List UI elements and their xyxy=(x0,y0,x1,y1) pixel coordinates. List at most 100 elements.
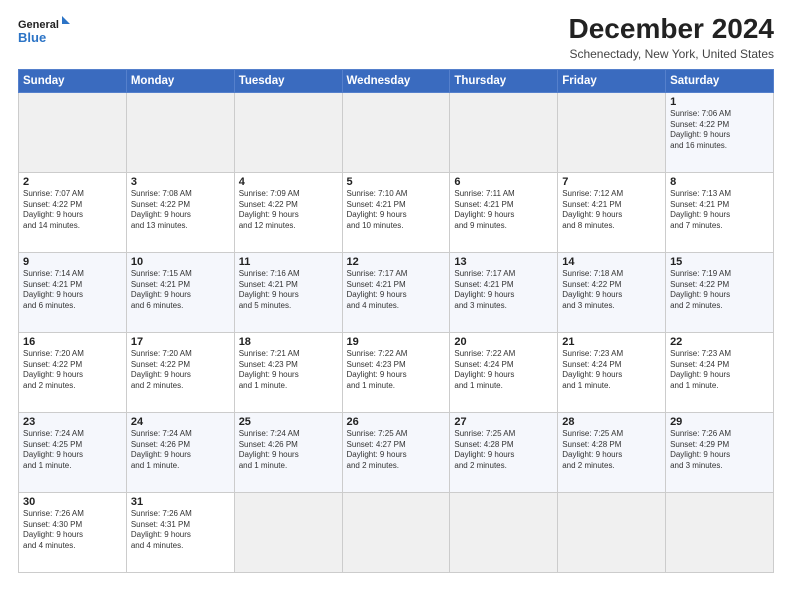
day-number: 10 xyxy=(131,256,230,268)
calendar-page: General Blue December 2024 Schenectady, … xyxy=(0,0,792,612)
table-cell: 4Sunrise: 7:09 AMSunset: 4:22 PMDaylight… xyxy=(234,172,342,252)
subtitle: Schenectady, New York, United States xyxy=(569,47,774,61)
day-info: Sunrise: 7:09 AMSunset: 4:22 PMDaylight:… xyxy=(239,189,338,232)
table-cell: 28Sunrise: 7:25 AMSunset: 4:28 PMDayligh… xyxy=(558,412,666,492)
day-number: 3 xyxy=(131,176,230,188)
day-info: Sunrise: 7:12 AMSunset: 4:21 PMDaylight:… xyxy=(562,189,661,232)
table-row: 16Sunrise: 7:20 AMSunset: 4:22 PMDayligh… xyxy=(19,332,774,412)
day-info: Sunrise: 7:26 AMSunset: 4:30 PMDaylight:… xyxy=(23,509,122,552)
day-info: Sunrise: 7:13 AMSunset: 4:21 PMDaylight:… xyxy=(670,189,769,232)
day-number: 28 xyxy=(562,416,661,428)
table-cell: 17Sunrise: 7:20 AMSunset: 4:22 PMDayligh… xyxy=(126,332,234,412)
day-info: Sunrise: 7:22 AMSunset: 4:23 PMDaylight:… xyxy=(347,349,446,392)
logo-svg: General Blue xyxy=(18,14,70,50)
day-number: 6 xyxy=(454,176,553,188)
day-info: Sunrise: 7:24 AMSunset: 4:25 PMDaylight:… xyxy=(23,429,122,472)
day-info: Sunrise: 7:17 AMSunset: 4:21 PMDaylight:… xyxy=(347,269,446,312)
table-cell xyxy=(342,92,450,172)
table-cell: 21Sunrise: 7:23 AMSunset: 4:24 PMDayligh… xyxy=(558,332,666,412)
day-number: 7 xyxy=(562,176,661,188)
day-info: Sunrise: 7:25 AMSunset: 4:28 PMDaylight:… xyxy=(454,429,553,472)
day-info: Sunrise: 7:25 AMSunset: 4:27 PMDaylight:… xyxy=(347,429,446,472)
col-thursday: Thursday xyxy=(450,69,558,92)
table-cell: 15Sunrise: 7:19 AMSunset: 4:22 PMDayligh… xyxy=(666,252,774,332)
table-cell xyxy=(126,92,234,172)
day-number: 19 xyxy=(347,336,446,348)
day-number: 13 xyxy=(454,256,553,268)
day-info: Sunrise: 7:10 AMSunset: 4:21 PMDaylight:… xyxy=(347,189,446,232)
day-info: Sunrise: 7:08 AMSunset: 4:22 PMDaylight:… xyxy=(131,189,230,232)
table-row: 1Sunrise: 7:06 AMSunset: 4:22 PMDaylight… xyxy=(19,92,774,172)
day-number: 31 xyxy=(131,496,230,508)
table-cell: 14Sunrise: 7:18 AMSunset: 4:22 PMDayligh… xyxy=(558,252,666,332)
day-number: 25 xyxy=(239,416,338,428)
table-cell: 16Sunrise: 7:20 AMSunset: 4:22 PMDayligh… xyxy=(19,332,127,412)
table-cell xyxy=(19,92,127,172)
table-cell xyxy=(666,492,774,572)
day-number: 2 xyxy=(23,176,122,188)
table-cell xyxy=(342,492,450,572)
table-cell: 12Sunrise: 7:17 AMSunset: 4:21 PMDayligh… xyxy=(342,252,450,332)
table-cell: 2Sunrise: 7:07 AMSunset: 4:22 PMDaylight… xyxy=(19,172,127,252)
title-block: December 2024 Schenectady, New York, Uni… xyxy=(569,14,774,61)
table-cell: 6Sunrise: 7:11 AMSunset: 4:21 PMDaylight… xyxy=(450,172,558,252)
day-info: Sunrise: 7:23 AMSunset: 4:24 PMDaylight:… xyxy=(562,349,661,392)
table-cell: 7Sunrise: 7:12 AMSunset: 4:21 PMDaylight… xyxy=(558,172,666,252)
table-cell: 24Sunrise: 7:24 AMSunset: 4:26 PMDayligh… xyxy=(126,412,234,492)
table-cell: 8Sunrise: 7:13 AMSunset: 4:21 PMDaylight… xyxy=(666,172,774,252)
day-info: Sunrise: 7:21 AMSunset: 4:23 PMDaylight:… xyxy=(239,349,338,392)
day-info: Sunrise: 7:22 AMSunset: 4:24 PMDaylight:… xyxy=(454,349,553,392)
table-cell xyxy=(234,92,342,172)
day-info: Sunrise: 7:19 AMSunset: 4:22 PMDaylight:… xyxy=(670,269,769,312)
day-info: Sunrise: 7:17 AMSunset: 4:21 PMDaylight:… xyxy=(454,269,553,312)
table-cell xyxy=(234,492,342,572)
table-cell: 23Sunrise: 7:24 AMSunset: 4:25 PMDayligh… xyxy=(19,412,127,492)
day-number: 9 xyxy=(23,256,122,268)
table-cell xyxy=(450,492,558,572)
day-number: 17 xyxy=(131,336,230,348)
day-number: 27 xyxy=(454,416,553,428)
day-info: Sunrise: 7:16 AMSunset: 4:21 PMDaylight:… xyxy=(239,269,338,312)
table-cell: 19Sunrise: 7:22 AMSunset: 4:23 PMDayligh… xyxy=(342,332,450,412)
table-cell: 22Sunrise: 7:23 AMSunset: 4:24 PMDayligh… xyxy=(666,332,774,412)
table-cell: 31Sunrise: 7:26 AMSunset: 4:31 PMDayligh… xyxy=(126,492,234,572)
day-number: 14 xyxy=(562,256,661,268)
day-number: 21 xyxy=(562,336,661,348)
table-cell: 25Sunrise: 7:24 AMSunset: 4:26 PMDayligh… xyxy=(234,412,342,492)
day-info: Sunrise: 7:20 AMSunset: 4:22 PMDaylight:… xyxy=(23,349,122,392)
table-cell: 27Sunrise: 7:25 AMSunset: 4:28 PMDayligh… xyxy=(450,412,558,492)
day-info: Sunrise: 7:25 AMSunset: 4:28 PMDaylight:… xyxy=(562,429,661,472)
day-number: 22 xyxy=(670,336,769,348)
day-number: 24 xyxy=(131,416,230,428)
day-number: 8 xyxy=(670,176,769,188)
table-row: 23Sunrise: 7:24 AMSunset: 4:25 PMDayligh… xyxy=(19,412,774,492)
table-cell xyxy=(558,492,666,572)
table-cell: 20Sunrise: 7:22 AMSunset: 4:24 PMDayligh… xyxy=(450,332,558,412)
day-info: Sunrise: 7:26 AMSunset: 4:31 PMDaylight:… xyxy=(131,509,230,552)
header-row: Sunday Monday Tuesday Wednesday Thursday… xyxy=(19,69,774,92)
logo: General Blue xyxy=(18,14,70,50)
header: General Blue December 2024 Schenectady, … xyxy=(18,14,774,61)
day-number: 1 xyxy=(670,96,769,108)
day-number: 20 xyxy=(454,336,553,348)
table-cell: 1Sunrise: 7:06 AMSunset: 4:22 PMDaylight… xyxy=(666,92,774,172)
day-number: 15 xyxy=(670,256,769,268)
calendar-table: Sunday Monday Tuesday Wednesday Thursday… xyxy=(18,69,774,573)
day-number: 11 xyxy=(239,256,338,268)
table-cell: 9Sunrise: 7:14 AMSunset: 4:21 PMDaylight… xyxy=(19,252,127,332)
table-cell: 18Sunrise: 7:21 AMSunset: 4:23 PMDayligh… xyxy=(234,332,342,412)
table-cell: 26Sunrise: 7:25 AMSunset: 4:27 PMDayligh… xyxy=(342,412,450,492)
col-tuesday: Tuesday xyxy=(234,69,342,92)
day-info: Sunrise: 7:11 AMSunset: 4:21 PMDaylight:… xyxy=(454,189,553,232)
col-monday: Monday xyxy=(126,69,234,92)
day-info: Sunrise: 7:06 AMSunset: 4:22 PMDaylight:… xyxy=(670,109,769,152)
table-cell: 29Sunrise: 7:26 AMSunset: 4:29 PMDayligh… xyxy=(666,412,774,492)
table-row: 9Sunrise: 7:14 AMSunset: 4:21 PMDaylight… xyxy=(19,252,774,332)
table-cell: 11Sunrise: 7:16 AMSunset: 4:21 PMDayligh… xyxy=(234,252,342,332)
month-title: December 2024 xyxy=(569,14,774,45)
svg-text:Blue: Blue xyxy=(18,30,46,45)
table-row: 30Sunrise: 7:26 AMSunset: 4:30 PMDayligh… xyxy=(19,492,774,572)
day-info: Sunrise: 7:23 AMSunset: 4:24 PMDaylight:… xyxy=(670,349,769,392)
day-number: 23 xyxy=(23,416,122,428)
table-cell: 5Sunrise: 7:10 AMSunset: 4:21 PMDaylight… xyxy=(342,172,450,252)
